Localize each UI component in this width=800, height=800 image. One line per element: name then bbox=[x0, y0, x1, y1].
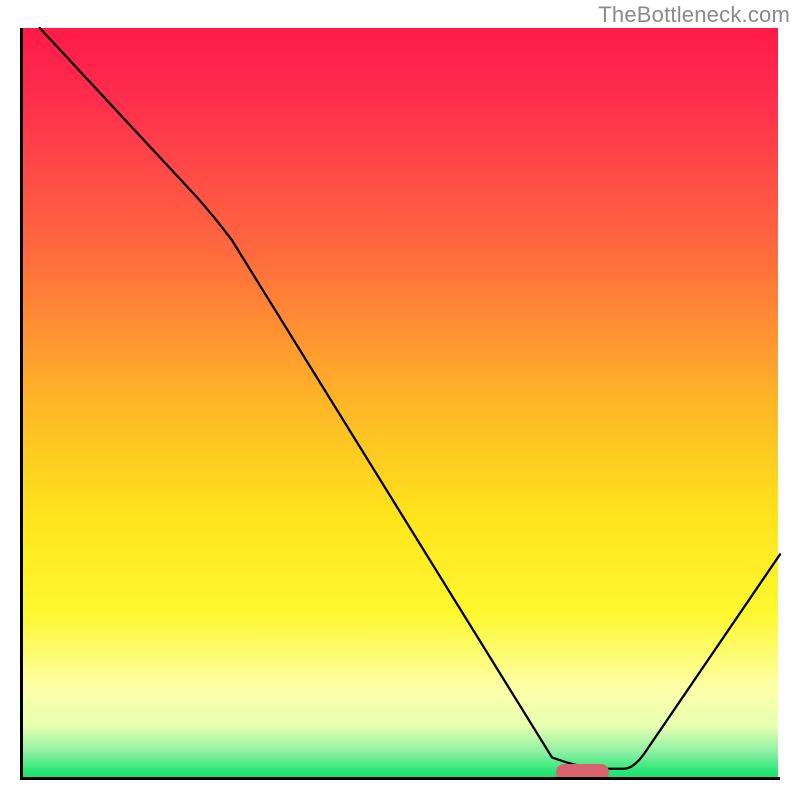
plot-area bbox=[20, 28, 780, 780]
bottleneck-curve bbox=[20, 28, 780, 780]
y-axis bbox=[20, 28, 23, 780]
chart-container: { "watermark": "TheBottleneck.com", "cha… bbox=[0, 0, 800, 800]
x-axis bbox=[20, 777, 780, 780]
watermark-text: TheBottleneck.com bbox=[598, 2, 790, 28]
